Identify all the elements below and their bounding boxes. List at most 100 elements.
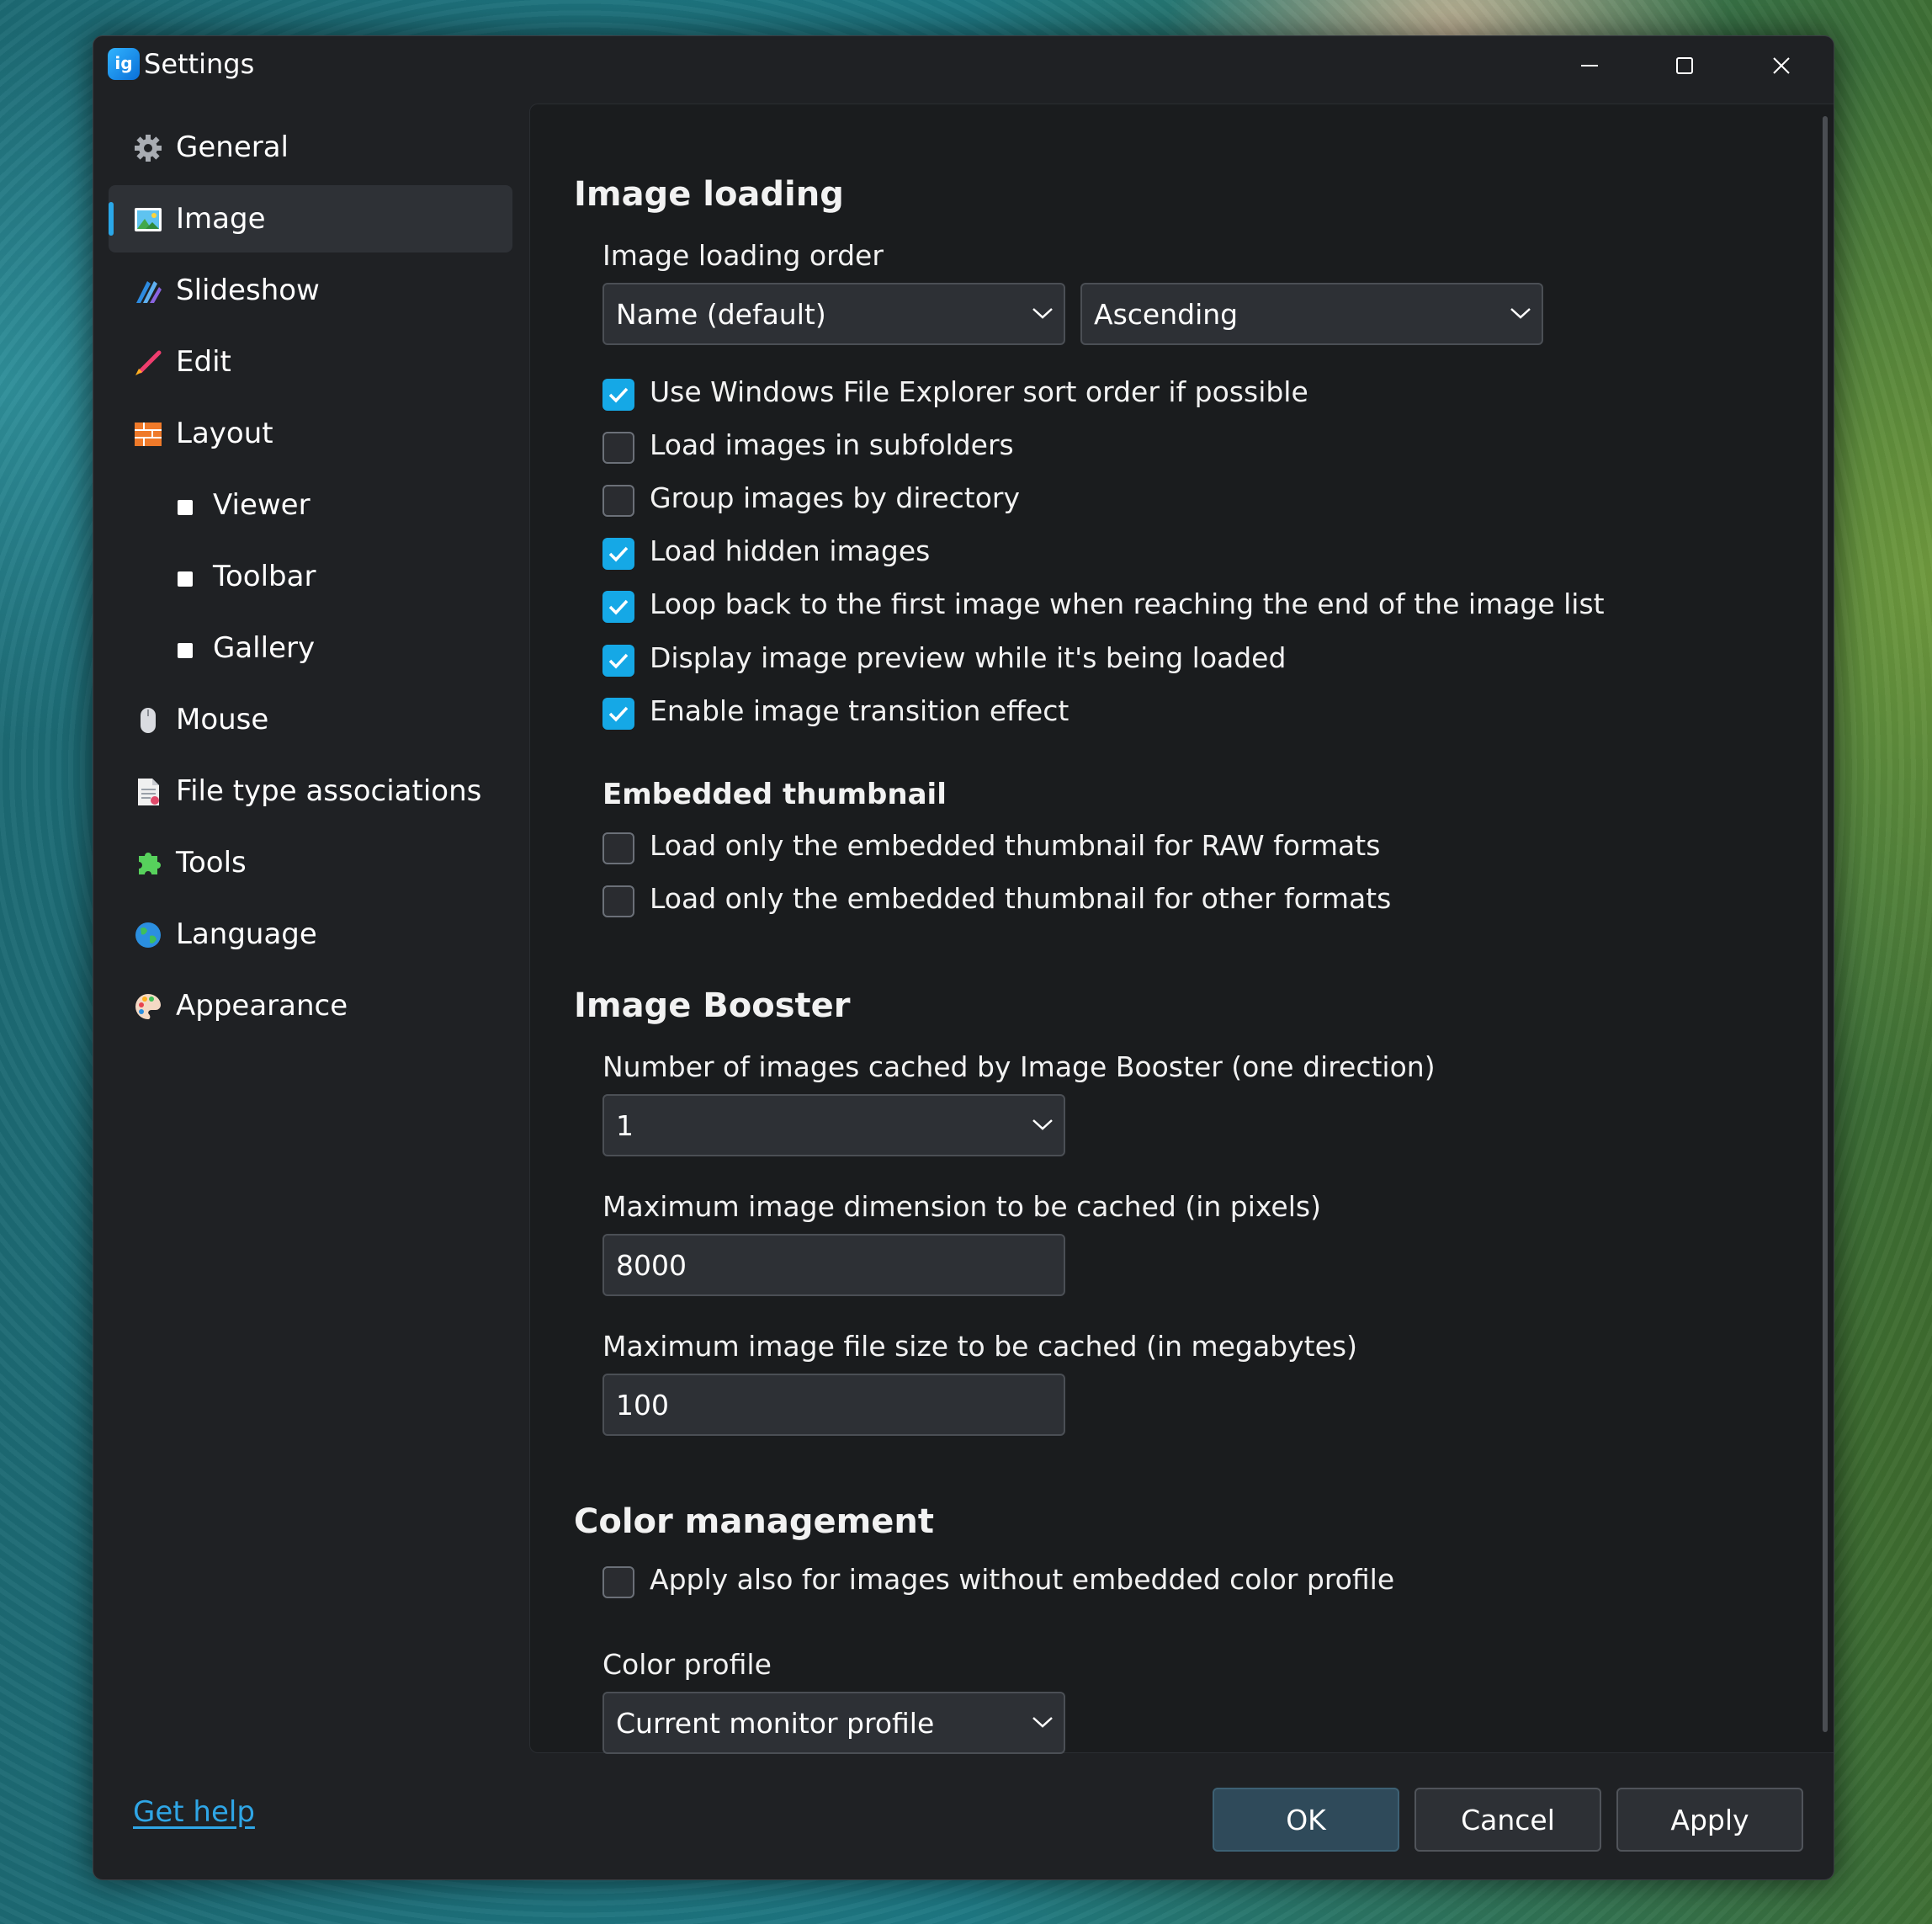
mouse-icon xyxy=(141,708,156,733)
close-button[interactable] xyxy=(1735,36,1828,95)
slideshow-icon xyxy=(136,281,162,303)
image-loading-heading: Image loading xyxy=(574,175,844,214)
cache-count-value: 1 xyxy=(616,1109,634,1142)
sidebar-item-language[interactable]: Language xyxy=(109,901,512,968)
minimize-button[interactable] xyxy=(1543,36,1636,95)
image-loading-order-label: Image loading order xyxy=(602,239,884,272)
cancel-button[interactable]: Cancel xyxy=(1414,1788,1601,1852)
color-profile-select[interactable]: Current monitor profile xyxy=(602,1692,1065,1754)
checkmark-icon xyxy=(608,546,629,562)
checkbox-label: Display image preview while it's being l… xyxy=(650,641,1287,674)
sidebar-item-label: Layout xyxy=(176,417,273,450)
chevron-down-icon xyxy=(1032,308,1053,319)
checkbox-label: Use Windows File Explorer sort order if … xyxy=(650,375,1308,408)
puzzle-icon xyxy=(139,853,161,874)
chevron-down-icon xyxy=(1032,1717,1053,1728)
brush-icon xyxy=(135,350,162,375)
settings-window: ig Settings General Image Slideshow Edit… xyxy=(93,35,1834,1880)
sidebar-item-label: Mouse xyxy=(176,703,269,736)
maximize-button[interactable] xyxy=(1638,36,1731,95)
scrollbar[interactable] xyxy=(1823,116,1828,1732)
bullet-icon xyxy=(178,571,193,587)
sidebar-item-label: Slideshow xyxy=(176,274,320,307)
checkbox-label: Load only the embedded thumbnail for oth… xyxy=(650,882,1392,915)
max-dimension-input[interactable]: 8000 xyxy=(602,1234,1065,1296)
embedded-thumbnail-heading: Embedded thumbnail xyxy=(602,778,947,811)
sidebar-item-label: General xyxy=(176,130,289,164)
color-profile-value: Current monitor profile xyxy=(616,1707,935,1740)
checkbox-checked[interactable] xyxy=(602,538,634,570)
sidebar-item-file-type-associations[interactable]: File type associations xyxy=(109,757,512,825)
ok-button[interactable]: OK xyxy=(1213,1788,1399,1852)
maximize-icon xyxy=(1676,57,1693,74)
app-icon: ig xyxy=(108,48,140,80)
loading-order-value: Name (default) xyxy=(616,298,826,331)
sidebar-item-tools[interactable]: Tools xyxy=(109,829,512,896)
checkbox-unchecked[interactable] xyxy=(602,1566,634,1598)
sidebar-item-layout[interactable]: Layout xyxy=(109,400,512,467)
color-profile-label: Color profile xyxy=(602,1648,772,1681)
checkbox-checked[interactable] xyxy=(602,698,634,730)
close-icon xyxy=(1773,57,1790,74)
apply-button[interactable]: Apply xyxy=(1616,1788,1803,1852)
image-icon xyxy=(135,208,162,231)
loading-direction-select[interactable]: Ascending xyxy=(1080,283,1543,345)
bullet-icon xyxy=(178,643,193,658)
max-dimension-label: Maximum image dimension to be cached (in… xyxy=(602,1190,1321,1223)
sidebar-item-gallery[interactable]: Gallery xyxy=(109,614,512,682)
title-bar[interactable]: ig Settings xyxy=(93,36,1834,102)
max-dimension-value: 8000 xyxy=(616,1249,687,1282)
checkbox-unchecked[interactable] xyxy=(602,485,634,517)
checkbox-unchecked[interactable] xyxy=(602,832,634,864)
loading-order-select[interactable]: Name (default) xyxy=(602,283,1065,345)
checkbox-checked[interactable] xyxy=(602,379,634,411)
image-settings-panel: Image loading Image loading order Name (… xyxy=(529,104,1834,1754)
checkbox-label: Loop back to the first image when reachi… xyxy=(650,587,1605,620)
sidebar-item-viewer[interactable]: Viewer xyxy=(109,471,512,539)
checkbox-label: Load images in subfolders xyxy=(650,428,1014,461)
sidebar-item-image[interactable]: Image xyxy=(109,185,512,252)
sidebar-item-mouse[interactable]: Mouse xyxy=(109,686,512,753)
sidebar-item-general[interactable]: General xyxy=(109,114,512,181)
sidebar-item-edit[interactable]: Edit xyxy=(109,328,512,396)
color-management-heading: Color management xyxy=(574,1502,934,1541)
get-help-link[interactable]: Get help xyxy=(133,1795,255,1829)
checkbox-label: Enable image transition effect xyxy=(650,694,1070,727)
checkmark-icon xyxy=(608,706,629,722)
image-booster-heading: Image Booster xyxy=(574,986,851,1025)
chevron-down-icon xyxy=(1032,1119,1053,1130)
sidebar-item-label: Image xyxy=(176,202,266,236)
cache-count-select[interactable]: 1 xyxy=(602,1094,1065,1156)
checkbox-unchecked[interactable] xyxy=(602,432,634,464)
checkmark-icon xyxy=(608,387,629,403)
minimize-icon xyxy=(1581,65,1598,66)
globe-icon xyxy=(135,922,161,948)
sidebar-item-label: Language xyxy=(176,917,317,951)
gear-icon xyxy=(135,135,162,162)
max-file-size-label: Maximum image file size to be cached (in… xyxy=(602,1330,1357,1363)
palette-icon xyxy=(135,994,161,1019)
max-file-size-input[interactable]: 100 xyxy=(602,1374,1065,1436)
window-title: Settings xyxy=(144,48,255,80)
loading-direction-value: Ascending xyxy=(1094,298,1239,331)
cache-count-label: Number of images cached by Image Booster… xyxy=(602,1050,1436,1083)
checkbox-label: Apply also for images without embedded c… xyxy=(650,1563,1395,1596)
sidebar-item-appearance[interactable]: Appearance xyxy=(109,972,512,1039)
layout-icon xyxy=(135,423,162,446)
checkmark-icon xyxy=(608,653,629,669)
bullet-icon xyxy=(178,500,193,515)
checkbox-checked[interactable] xyxy=(602,591,634,623)
sidebar-item-toolbar[interactable]: Toolbar xyxy=(109,543,512,610)
image-loading-options: Use Windows File Explorer sort order if … xyxy=(602,375,1605,730)
checkbox-checked[interactable] xyxy=(602,645,634,677)
sidebar-item-slideshow[interactable]: Slideshow xyxy=(109,257,512,324)
sidebar-item-label: Gallery xyxy=(213,631,316,665)
color-management-options: Apply also for images without embedded c… xyxy=(602,1563,1528,1613)
checkbox-unchecked[interactable] xyxy=(602,885,634,917)
checkbox-label: Group images by directory xyxy=(650,481,1021,514)
sidebar-item-label: Tools xyxy=(176,846,247,880)
chevron-down-icon xyxy=(1510,308,1531,319)
sidebar-item-label: File type associations xyxy=(176,774,482,808)
checkbox-label: Load only the embedded thumbnail for RAW… xyxy=(650,829,1381,862)
embedded-thumbnail-options: Load only the embedded thumbnail for RAW… xyxy=(602,829,1528,930)
